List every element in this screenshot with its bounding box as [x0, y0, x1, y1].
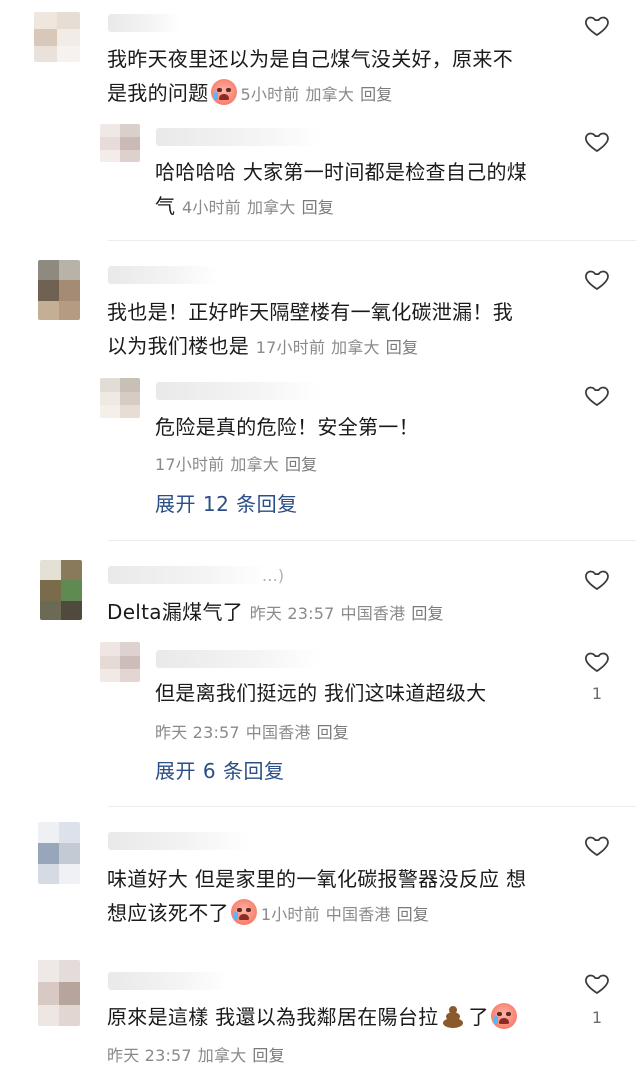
reply-button[interactable]: 回复 — [285, 455, 317, 474]
heart-icon[interactable] — [582, 12, 612, 40]
comment-time: 1小时前 — [260, 905, 320, 924]
username-blurred[interactable] — [108, 14, 180, 32]
username-blurred[interactable] — [108, 972, 228, 990]
comment-text: 但是离我们挺远的 我们这味道超级大 — [155, 681, 487, 705]
comment-meta: 昨天 23:57 中国香港 回复 — [155, 719, 355, 743]
avatar[interactable] — [100, 124, 140, 162]
avatar[interactable] — [38, 822, 80, 884]
username-blurred[interactable] — [156, 128, 322, 146]
divider — [108, 806, 636, 807]
comment-location: 加拿大 — [230, 455, 279, 474]
heart-icon[interactable] — [582, 970, 612, 998]
heart-icon[interactable] — [582, 648, 612, 676]
heart-icon[interactable] — [582, 266, 612, 294]
heart-icon[interactable] — [582, 832, 612, 860]
comment-text: 味道好大 但是家里的一氧化碳报警器没反应 想 想应该死不了 1小时前 中国香港 回复 — [107, 867, 527, 925]
username-blurred[interactable] — [156, 650, 320, 668]
comment-text: 哈哈哈哈 大家第一时间都是检查自己的煤 气 4小时前 加拿大 回复 — [155, 160, 528, 218]
username-blurred[interactable] — [108, 266, 218, 284]
face-with-tears-icon — [230, 899, 257, 925]
like-count: 1 — [591, 1008, 603, 1027]
comment-location: 加拿大 — [331, 338, 380, 357]
username-blurred[interactable] — [108, 832, 250, 850]
comment-location: 中国香港 — [245, 723, 311, 742]
heart-icon[interactable] — [582, 566, 612, 594]
avatar[interactable] — [100, 378, 140, 418]
expand-replies-link[interactable]: 展开 12 条回复 — [155, 488, 298, 517]
comment-text: 危险是真的危险！安全第一！ — [155, 415, 419, 439]
heart-icon[interactable] — [582, 382, 612, 410]
comment-location: 中国香港 — [325, 905, 391, 924]
comment-time: 17小时前 — [155, 455, 225, 474]
username-blurred[interactable] — [156, 382, 320, 400]
reply-button[interactable]: 回复 — [360, 85, 392, 104]
face-with-tears-icon — [210, 79, 237, 105]
avatar[interactable] — [38, 960, 80, 1026]
avatar[interactable] — [34, 12, 80, 62]
divider — [108, 540, 636, 541]
reply-button[interactable]: 回复 — [411, 604, 443, 623]
expand-replies-link[interactable]: 展开 6 条回复 — [155, 755, 284, 784]
avatar[interactable] — [38, 260, 80, 320]
reply-button[interactable]: 回复 — [302, 198, 334, 217]
like-count: 1 — [591, 684, 603, 703]
face-with-tears-icon — [490, 1003, 517, 1029]
pile-of-poo-icon — [440, 1004, 466, 1028]
heart-icon[interactable] — [582, 128, 612, 156]
comment-time: 4小时前 — [181, 198, 241, 217]
comment-time: 昨天 23:57 — [249, 604, 335, 623]
reply-button[interactable]: 回复 — [317, 723, 349, 742]
username-suffix: ...) — [262, 566, 285, 585]
divider — [108, 240, 636, 241]
comment-time: 17小时前 — [255, 338, 326, 357]
avatar[interactable] — [40, 560, 82, 620]
avatar[interactable] — [100, 642, 140, 682]
comment-text: 我也是！正好昨天隔壁楼有一氧化碳泄漏！我 以为我们楼也是 17小时前 加拿大 回复 — [107, 300, 513, 358]
comment-meta: 17小时前 加拿大 回复 — [155, 451, 323, 475]
comment-text: 原來是這樣 我還以為我鄰居在陽台拉了 — [107, 1000, 567, 1034]
comment-text: 我昨天夜里还以为是自己煤气没关好，原来不 是我的问题 5小时前 加拿大 回复 — [107, 47, 513, 105]
comment-location: 加拿大 — [305, 85, 355, 104]
comment-text: Delta漏煤气了 昨天 23:57 中国香港 回复 — [107, 600, 444, 624]
username-blurred[interactable] — [108, 566, 268, 584]
comment-location: 加拿大 — [246, 198, 296, 217]
comment-time: 昨天 23:57 — [155, 723, 240, 742]
comment-time: 5小时前 — [240, 85, 300, 104]
comment-location: 中国香港 — [340, 604, 406, 623]
reply-button[interactable]: 回复 — [397, 905, 429, 924]
comment-meta: 昨天 23:57 加拿大 回复 — [107, 1042, 291, 1066]
reply-button[interactable]: 回复 — [386, 338, 418, 357]
